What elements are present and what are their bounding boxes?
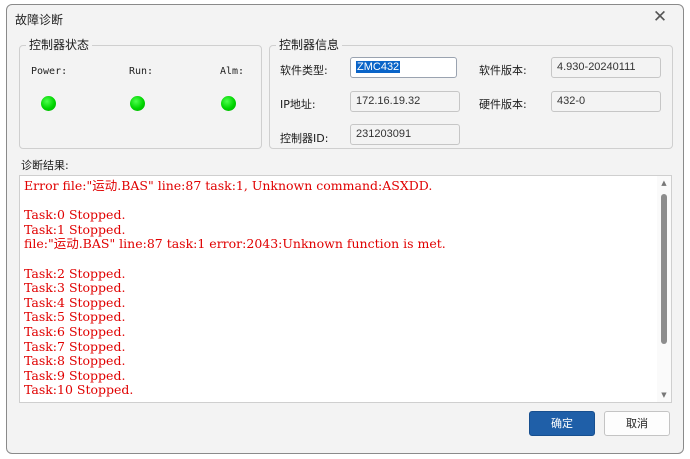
log-line: Task:5 Stopped. [24, 309, 126, 325]
controller-id-field[interactable]: 231203091 [350, 124, 460, 145]
log-line: Task:10 Stopped. [24, 382, 134, 398]
log-line: file:"运动.BAS" line:87 task:1 error:2043:… [24, 236, 446, 252]
run-label: Run: [129, 66, 154, 77]
software-version-label: 软件版本: [479, 64, 527, 77]
software-version-field[interactable]: 4.930-20240111 [551, 57, 661, 78]
power-led-icon [41, 96, 56, 111]
diagnosis-log[interactable]: Error file:"运动.BAS" line:87 task:1, Unkn… [19, 175, 672, 403]
log-line: Task:9 Stopped. [24, 367, 126, 383]
diagnosis-lines: Error file:"运动.BAS" line:87 task:1, Unkn… [24, 178, 655, 398]
software-type-label: 软件类型: [280, 64, 328, 77]
fault-diagnosis-dialog: 故障诊断 ✕ 控制器状态 Power: Run: Alm: 控制器信息 软件类型… [6, 4, 684, 454]
ip-address-field[interactable]: 172.16.19.32 [350, 91, 460, 112]
controller-status-title: 控制器状态 [26, 38, 93, 52]
scroll-thumb[interactable] [661, 194, 667, 344]
controller-info-group: 控制器信息 软件类型: ZMC432 软件版本: 4.930-20240111 … [269, 38, 673, 149]
software-type-value: ZMC432 [356, 61, 401, 73]
log-line: Error file:"运动.BAS" line:87 task:1, Unkn… [24, 178, 433, 193]
power-label: Power: [31, 66, 68, 77]
hardware-version-field[interactable]: 432-0 [551, 91, 661, 112]
software-type-field[interactable]: ZMC432 [350, 57, 457, 78]
run-led-icon [130, 96, 145, 111]
scroll-up-icon[interactable]: ▲ [657, 176, 671, 190]
ok-button[interactable]: 确定 [529, 411, 595, 436]
ip-address-label: IP地址: [280, 98, 316, 111]
scroll-down-icon[interactable]: ▼ [657, 388, 671, 402]
log-line: Task:8 Stopped. [24, 353, 126, 369]
log-line: Task:4 Stopped. [24, 294, 126, 310]
controller-status-group: 控制器状态 Power: Run: Alm: [19, 38, 262, 149]
controller-info-title: 控制器信息 [276, 38, 343, 52]
log-line: Task:1 Stopped. [24, 221, 126, 237]
window-title: 故障诊断 [15, 13, 64, 27]
log-line: Task:7 Stopped. [24, 338, 126, 354]
diagnosis-label: 诊断结果: [21, 159, 69, 172]
alm-led-icon [221, 96, 236, 111]
alm-label: Alm: [220, 66, 245, 77]
log-line: Task:6 Stopped. [24, 323, 126, 339]
log-line: Task:0 Stopped. [24, 207, 126, 223]
title-bar: 故障诊断 ✕ [7, 5, 683, 31]
cancel-button[interactable]: 取消 [604, 411, 670, 436]
log-scrollbar[interactable]: ▲ ▼ [657, 176, 671, 402]
close-icon[interactable]: ✕ [649, 8, 671, 28]
log-line: Task:3 Stopped. [24, 280, 126, 296]
log-line: Task:2 Stopped. [24, 265, 126, 281]
hardware-version-label: 硬件版本: [479, 98, 527, 111]
controller-id-label: 控制器ID: [280, 132, 329, 145]
